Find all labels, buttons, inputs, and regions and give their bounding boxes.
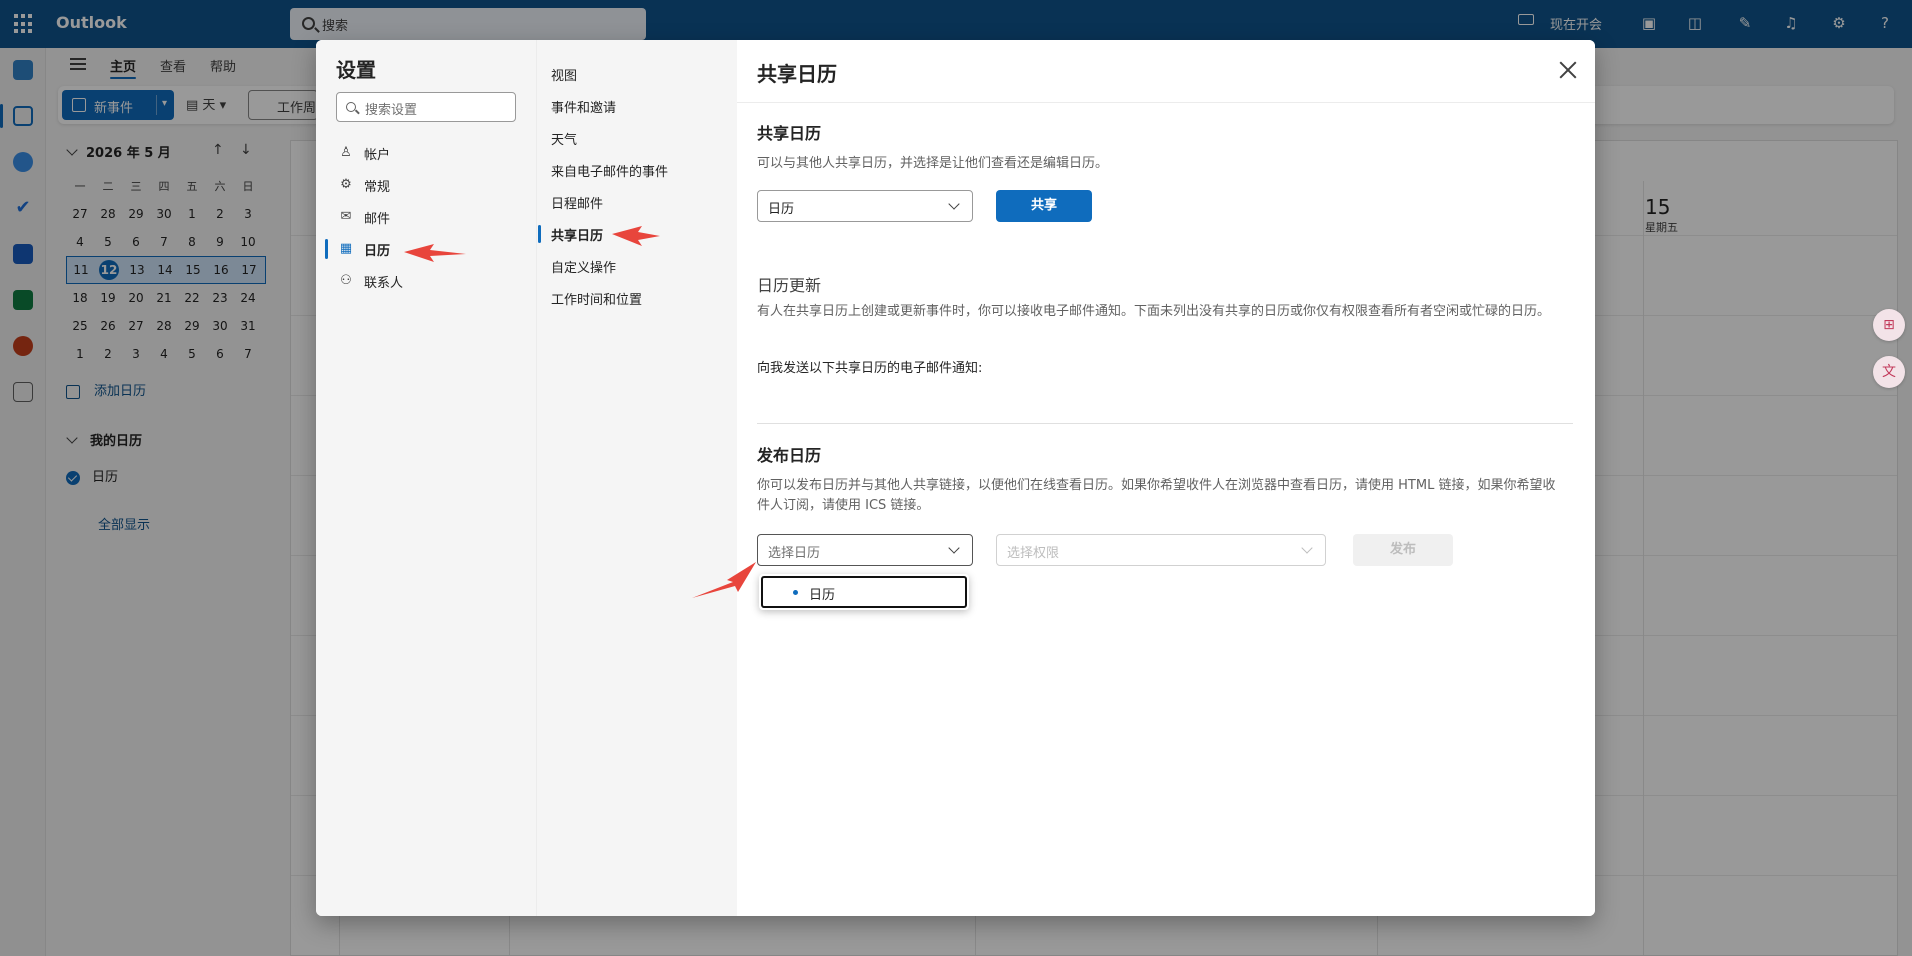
annotation-arrow-icon [612,226,660,246]
annotation-arrow-icon [692,562,756,598]
annotation-arrows [404,226,756,598]
annotation-arrow-icon [404,244,466,262]
